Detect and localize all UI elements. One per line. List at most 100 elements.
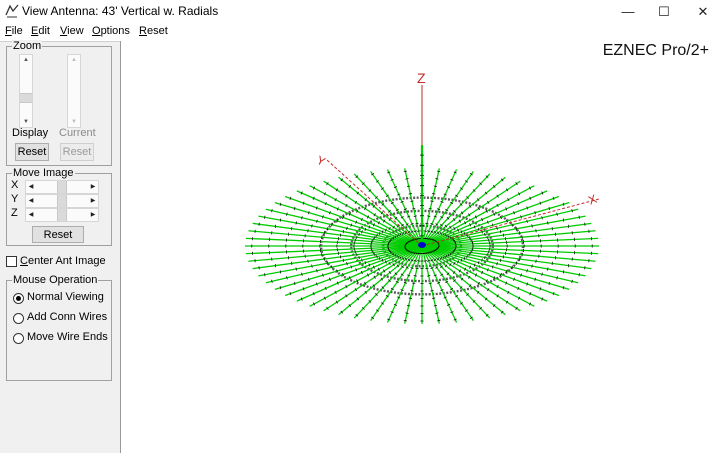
segment-mark (435, 178, 439, 180)
move-y-slider[interactable]: ◀ ▶ (25, 194, 99, 208)
center-ant-image-checkbox[interactable] (6, 256, 17, 267)
zoom-display-label: Display (12, 127, 49, 139)
segment-mark (534, 277, 536, 281)
segment-mark (468, 235, 470, 240)
zoom-display-thumb[interactable] (20, 92, 32, 103)
segment-mark (376, 233, 378, 238)
segment-mark (520, 215, 522, 219)
maximize-button[interactable]: ☐ (646, 0, 682, 23)
segment-mark (378, 256, 381, 261)
segment-mark (311, 264, 313, 268)
segment-mark (477, 261, 480, 265)
segment-mark (427, 215, 431, 217)
segment-mark (407, 185, 411, 187)
segment-mark (301, 216, 303, 220)
segment-mark (511, 223, 513, 227)
menu-file[interactable]: File (5, 25, 23, 37)
menu-reset[interactable]: Reset (139, 25, 168, 37)
segment-mark (562, 270, 565, 274)
segment-mark (279, 202, 282, 206)
segment-mark (491, 223, 494, 227)
move-x-thumb[interactable] (57, 181, 67, 193)
move-z-thumb[interactable] (57, 209, 67, 221)
segment-mark (279, 270, 282, 274)
mouse-operation-group-title: Mouse Operation (12, 274, 99, 287)
close-button[interactable]: ✕ (685, 0, 721, 23)
zoom-display-slider[interactable]: ▲ ▼ (19, 54, 33, 128)
segment-mark (423, 230, 427, 232)
segment-mark (506, 219, 508, 223)
segment-mark (376, 254, 378, 259)
segment-mark (562, 218, 565, 222)
slider-right-arrow-icon[interactable]: ▶ (88, 209, 98, 221)
move-x-label: X (11, 179, 19, 191)
slider-right-arrow-icon[interactable]: ▶ (88, 195, 98, 207)
menu-options[interactable]: Options (92, 25, 130, 37)
segment-mark (410, 200, 414, 202)
slider-right-arrow-icon[interactable]: ▶ (88, 181, 98, 193)
segment-mark (374, 235, 376, 240)
move-z-slider[interactable]: ◀ ▶ (25, 208, 99, 222)
zoom-display-reset-button[interactable]: Reset (15, 143, 49, 161)
segment-mark (526, 269, 528, 273)
slider-left-arrow-icon[interactable]: ◀ (26, 209, 36, 221)
segment-mark (286, 276, 288, 280)
segment-mark (430, 290, 434, 292)
antenna-view-canvas[interactable]: EZNEC Pro/2+ Z X Y (120, 41, 721, 453)
radio-add-conn-wires[interactable] (13, 313, 24, 324)
segment-mark (286, 212, 288, 216)
move-y-thumb[interactable] (57, 195, 67, 207)
segment-mark (578, 273, 580, 277)
radio-move-wire-ends[interactable] (13, 333, 24, 344)
slider-down-arrow-icon[interactable]: ▼ (20, 117, 32, 127)
segment-mark (427, 275, 431, 277)
segment-mark (415, 267, 419, 270)
menu-edit[interactable]: Edit (31, 25, 50, 37)
segment-mark (346, 226, 348, 230)
segment-mark (477, 227, 480, 231)
segment-mark (322, 215, 324, 219)
segment-mark (481, 258, 483, 262)
segment-mark (428, 207, 432, 210)
segment-mark (361, 258, 363, 262)
close-icon: ✕ (697, 3, 709, 19)
slider-up-arrow-icon[interactable]: ▲ (20, 55, 32, 65)
segment-mark (526, 219, 528, 223)
segment-mark (405, 178, 409, 180)
radio-normal-viewing[interactable] (13, 293, 24, 304)
segment-mark (336, 269, 338, 273)
add-conn-wires-label[interactable]: Add Conn Wires (27, 311, 107, 323)
window-title: View Antenna: 43' Vertical w. Radials (22, 4, 219, 18)
segment-mark (403, 319, 407, 322)
move-image-reset-button[interactable]: Reset (32, 226, 84, 243)
segment-mark (562, 202, 565, 206)
move-image-group: Move Image X ◀ ▶ Y ◀ ▶ Z ◀ ▶ Reset (6, 167, 112, 246)
segment-mark (408, 297, 412, 299)
slider-left-arrow-icon[interactable]: ◀ (26, 195, 36, 207)
segment-mark (271, 279, 273, 283)
segment-mark (425, 222, 429, 225)
zoom-current-label: Current (59, 127, 96, 139)
menu-view[interactable]: View (60, 25, 84, 37)
normal-viewing-label[interactable]: Normal Viewing (27, 291, 104, 303)
segment-mark (491, 265, 494, 269)
segment-mark (336, 219, 338, 223)
slider-left-arrow-icon[interactable]: ◀ (26, 181, 36, 193)
move-x-slider[interactable]: ◀ ▶ (25, 180, 99, 194)
source-marker (418, 242, 426, 248)
segment-mark (496, 262, 498, 266)
segment-mark (417, 260, 421, 262)
segment-mark (571, 209, 573, 213)
segment-mark (364, 227, 367, 231)
segment-mark (578, 215, 580, 219)
center-ant-image-label[interactable]: Center Ant Image (20, 255, 106, 267)
move-wire-ends-label[interactable]: Move Wire Ends (27, 331, 108, 343)
segment-mark (293, 206, 296, 211)
segment-mark (520, 273, 522, 277)
segment-mark (358, 232, 360, 237)
segment-mark (308, 277, 310, 281)
segment-mark (350, 223, 353, 227)
antenna-3d-view: Z X Y (245, 70, 600, 324)
segment-mark (412, 282, 416, 285)
minimize-button[interactable]: — (610, 0, 646, 23)
